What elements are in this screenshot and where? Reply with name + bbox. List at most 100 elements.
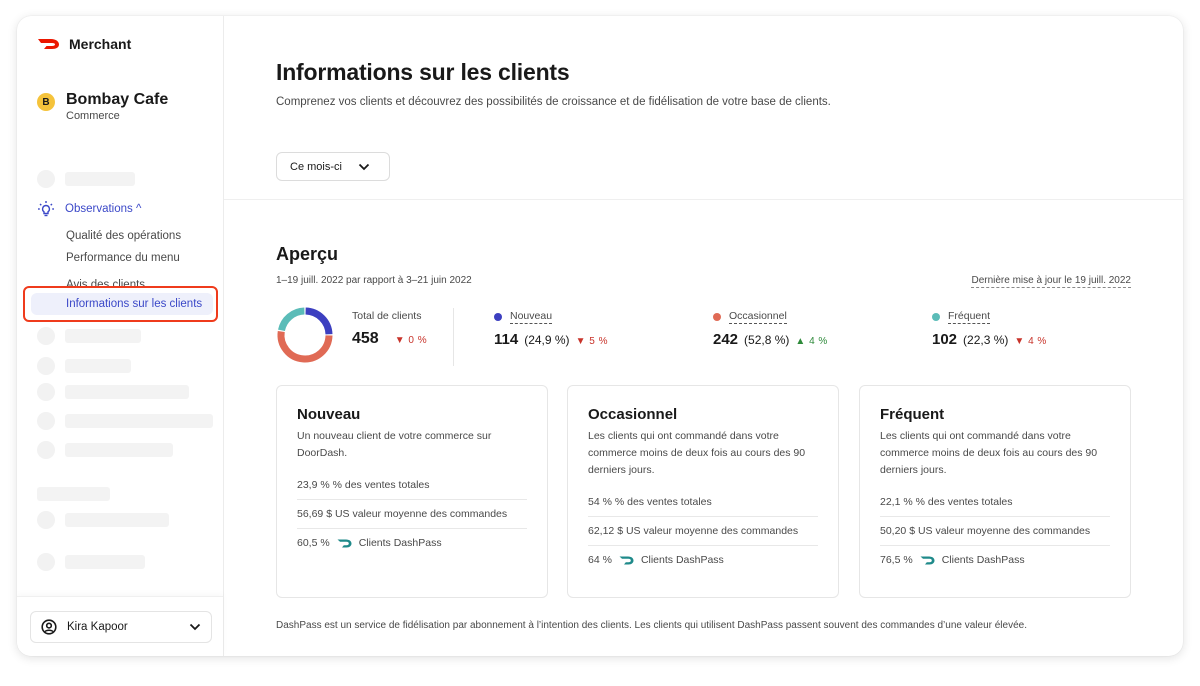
skeleton-nav-item (37, 357, 131, 375)
card-title: Occasionnel (588, 406, 678, 423)
skeleton-icon (37, 412, 55, 430)
dashpass-pct: 64 % (588, 554, 612, 566)
stat-divider (453, 308, 454, 366)
avg-order-text: 50,20 $ US valeur moyenne des commandes (880, 525, 1091, 537)
brand[interactable]: Merchant (37, 36, 131, 52)
dashpass-label: Clients DashPass (640, 554, 724, 566)
chevron-down-icon (189, 623, 201, 631)
segment-card-frequent: Fréquent Les clients qui ont commandé da… (859, 385, 1131, 598)
dashpass-icon (337, 539, 352, 547)
skeleton-nav-item (37, 327, 141, 345)
dashpass-pct: 76,5 % (880, 554, 913, 566)
page-subtitle: Comprenez vos clients et découvrez des p… (276, 96, 831, 108)
segment-label-nouveau[interactable]: Nouveau (510, 310, 553, 324)
skeleton-label (65, 172, 135, 186)
main-content: Informations sur les clients Comprenez v… (224, 16, 1183, 656)
donut-slice-frequent (278, 307, 305, 332)
dashpass-label: Clients DashPass (941, 554, 1025, 566)
store-avatar: B (37, 93, 55, 111)
card-avg-order: 62,12 $ US valeur moyenne des commandes (588, 517, 818, 546)
skeleton-label (37, 487, 110, 501)
skeleton-icon (37, 357, 55, 375)
total-customers-value: 458 (352, 330, 379, 347)
sidebar-item-menu-performance[interactable]: Performance du menu (66, 252, 180, 264)
segment-delta-nouveau: ▼ 5 % (575, 336, 608, 347)
lightbulb-icon (38, 201, 54, 217)
segment-pct-occasionnel: (52,8 %) (744, 333, 790, 347)
segment-value-nouveau: 114 (494, 331, 519, 348)
user-circle-icon (41, 619, 57, 635)
sidebar-group-observations[interactable]: Observations ^ (37, 200, 141, 218)
legend-dot-occasionnel (713, 313, 721, 321)
skeleton-label (65, 555, 145, 569)
sidebar: Merchant B Bombay Cafe Commerce Observat… (17, 16, 224, 656)
skeleton-nav-item (37, 412, 213, 430)
skeleton-label (65, 443, 173, 457)
total-customers-delta: ▼ 0 % (394, 335, 428, 346)
card-description: Les clients qui ont commandé dans votre … (880, 430, 1098, 476)
segment-delta-occasionnel: ▲ 4 % (795, 336, 828, 347)
skeleton-icon (37, 553, 55, 571)
page-title: Informations sur les clients (276, 59, 570, 85)
card-avg-order: 56,69 $ US valeur moyenne des commandes (297, 500, 527, 529)
segment-delta-frequent: ▼ 4 % (1014, 336, 1047, 347)
segment-value-frequent: 102 (932, 331, 958, 348)
skeleton-section-header (37, 487, 110, 501)
brand-name: Merchant (69, 36, 132, 52)
legend-dot-frequent (932, 313, 940, 321)
skeleton-nav-item (37, 170, 135, 188)
dashpass-icon (619, 556, 634, 564)
segment-card-nouveau: Nouveau Un nouveau client de votre comme… (276, 385, 548, 598)
user-name: Kira Kapoor (67, 621, 128, 633)
period-select[interactable]: Ce mois-ci (276, 152, 390, 181)
overview-date-range: 1–19 juill. 2022 par rapport à 3–21 juin… (276, 275, 472, 286)
card-sales-share: 23,9 % % des ventes totales (297, 471, 527, 500)
card-avg-order: 50,20 $ US valeur moyenne des commandes (880, 517, 1110, 546)
store-switcher[interactable]: B Bombay Cafe Commerce (37, 90, 168, 122)
user-menu-button[interactable]: Kira Kapoor (30, 611, 212, 643)
store-type: Commerce (66, 110, 120, 122)
skeleton-nav-item (37, 383, 189, 401)
sidebar-item-operations-quality[interactable]: Qualité des opérations (66, 230, 181, 242)
card-dashpass: 76,5 % Clients DashPass (880, 546, 1110, 574)
skeleton-label (65, 329, 141, 343)
segment-stat-occasionnel: Occasionnel 242 (52,8 %) ▲ 4 % (713, 310, 828, 348)
avg-order-text: 56,69 $ US valeur moyenne des commandes (297, 508, 508, 520)
dashpass-label: Clients DashPass (358, 537, 442, 549)
skeleton-label (65, 414, 213, 428)
dashpass-icon (920, 556, 935, 564)
card-dashpass: 60,5 % Clients DashPass (297, 529, 527, 557)
chevron-down-icon (358, 163, 370, 170)
dashpass-pct: 60,5 % (297, 537, 330, 549)
total-customers-stat: Total de clients 458 ▼ 0 % (352, 310, 427, 348)
card-title: Nouveau (297, 406, 361, 423)
overview-title: Aperçu (276, 244, 339, 264)
segment-label-frequent[interactable]: Fréquent (948, 310, 991, 324)
card-description: Les clients qui ont commandé dans votre … (588, 430, 806, 476)
last-update-link[interactable]: Dernière mise à jour le 19 juill. 2022 (971, 275, 1131, 288)
segment-pct-nouveau: (24,9 %) (524, 333, 570, 347)
card-dashpass: 64 % Clients DashPass (588, 546, 818, 574)
sales-share-text: 23,9 % % des ventes totales (297, 479, 430, 491)
sales-share-text: 22,1 % % des ventes totales (880, 496, 1013, 508)
app-window: Merchant B Bombay Cafe Commerce Observat… (17, 16, 1183, 656)
total-customers-label: Total de clients (352, 310, 422, 322)
segment-label-occasionnel[interactable]: Occasionnel (729, 310, 787, 324)
customer-donut-chart (277, 307, 333, 363)
segment-pct-frequent: (22,3 %) (963, 333, 1009, 347)
skeleton-label (65, 359, 131, 373)
skeleton-icon (37, 327, 55, 345)
skeleton-nav-item (37, 511, 169, 529)
dashpass-footnote: DashPass est un service de fidélisation … (276, 620, 1027, 631)
avg-order-text: 62,12 $ US valeur moyenne des commandes (588, 525, 799, 537)
segment-card-occasionnel: Occasionnel Les clients qui ont commandé… (567, 385, 839, 598)
card-description: Un nouveau client de votre commerce sur … (297, 430, 492, 459)
skeleton-icon (37, 383, 55, 401)
card-title: Fréquent (880, 406, 945, 423)
store-name: Bombay Cafe (66, 91, 169, 108)
skeleton-nav-item (37, 441, 173, 459)
skeleton-icon (37, 441, 55, 459)
card-sales-share: 54 % % des ventes totales (588, 488, 818, 517)
skeleton-label (65, 385, 189, 399)
segment-value-occasionnel: 242 (713, 331, 739, 348)
